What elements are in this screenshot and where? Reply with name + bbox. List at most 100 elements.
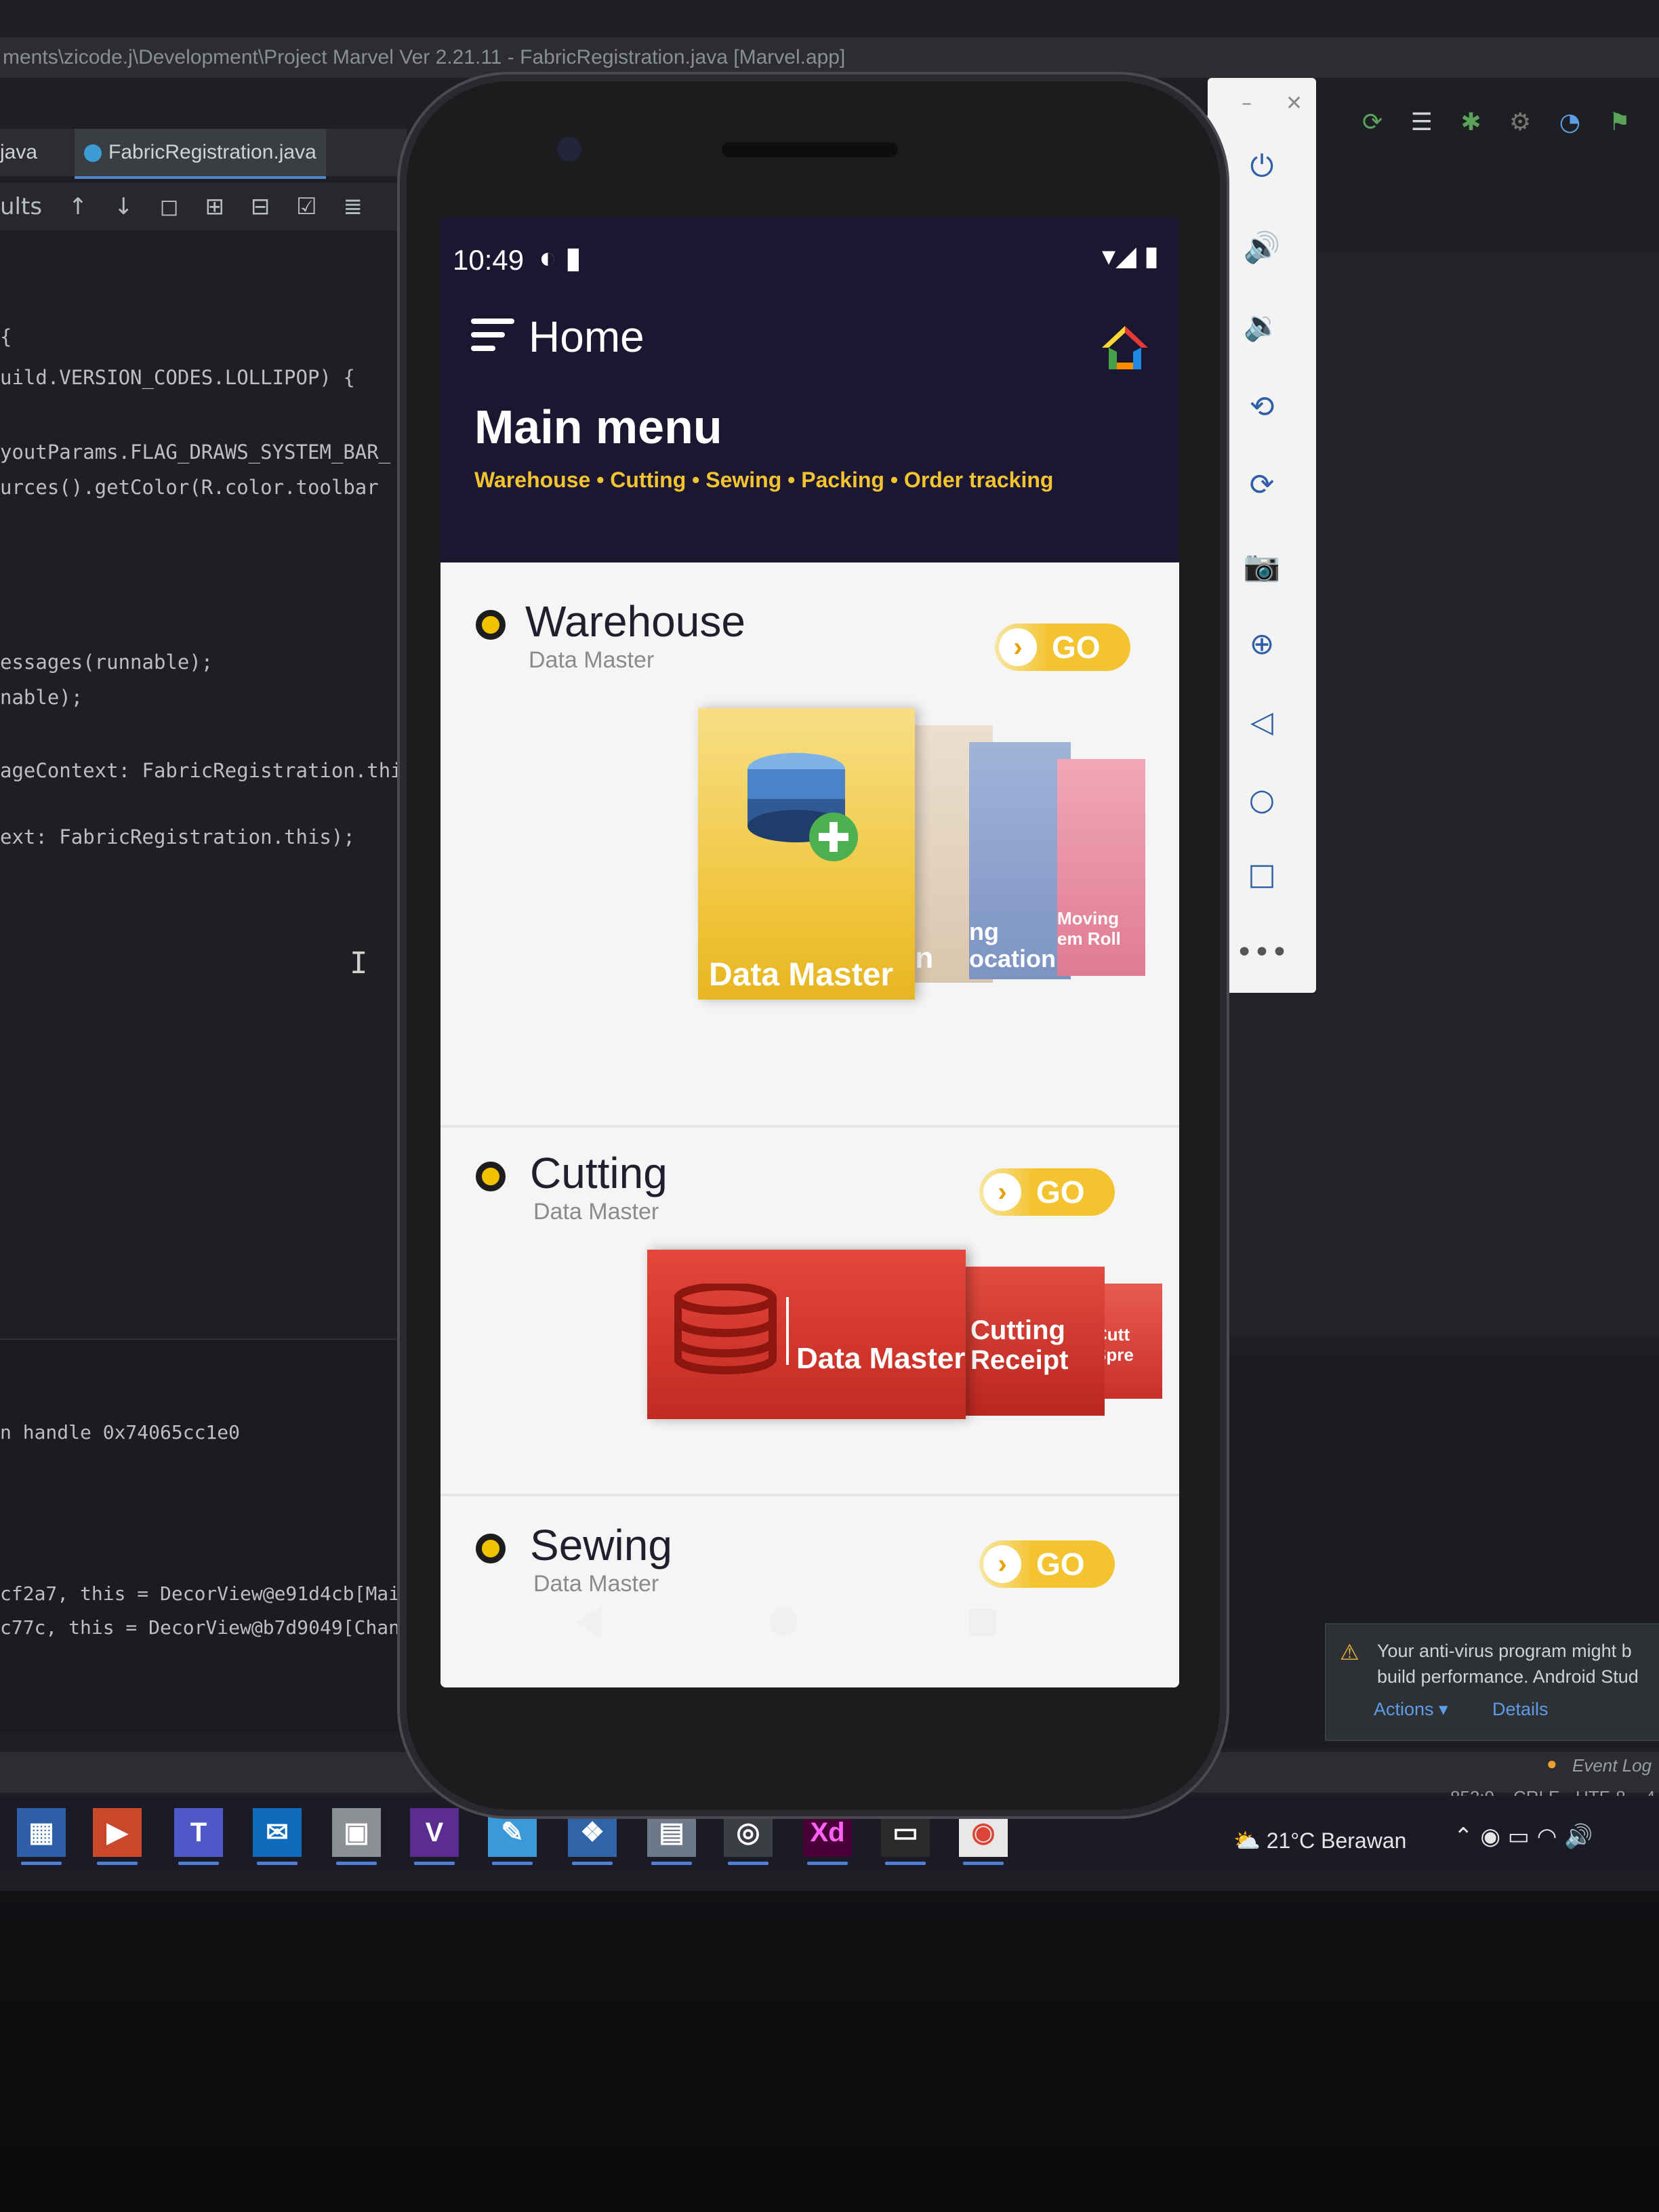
run-console[interactable]: n handle 0x74065cc1e0 cf2a7, this = Deco…: [0, 1338, 434, 1733]
hero-subtitle: Warehouse • Cutting • Sewing • Packing •…: [474, 468, 1054, 492]
code-line: ageContext: FabricRegistration.this: [0, 759, 415, 782]
chevron-right-icon: ›: [983, 1173, 1021, 1211]
media-player-icon[interactable]: ▶: [93, 1808, 142, 1865]
tab-java[interactable]: java: [0, 129, 37, 176]
card-location[interactable]: ng ocation: [969, 742, 1071, 979]
card-moving-roll[interactable]: Moving em Roll: [1057, 759, 1145, 976]
menu-icon[interactable]: [471, 319, 518, 359]
tab-fabric-registration[interactable]: FabricRegistration.java: [75, 129, 326, 179]
mail-icon[interactable]: ✉: [253, 1808, 302, 1865]
chevron-up-icon[interactable]: ⌃: [1454, 1823, 1473, 1850]
console-line: cf2a7, this = DecorView@e91d4cb[MainM: [0, 1582, 423, 1605]
layout-icon[interactable]: ☰: [1411, 108, 1433, 136]
go-label: GO: [1036, 1174, 1085, 1210]
class-icon: [84, 144, 102, 163]
card-cutting-receipt[interactable]: Cutting Receipt: [962, 1267, 1105, 1416]
card-label: Cutt Spre: [1094, 1324, 1134, 1365]
check-icon[interactable]: ☑: [296, 193, 316, 220]
go-button-cutting[interactable]: › GO: [979, 1168, 1115, 1216]
monitor: ments\zicode.j\Development\Project Marve…: [0, 0, 1659, 1891]
card-cutting-data-master[interactable]: Data Master: [647, 1250, 966, 1419]
go-label: GO: [1036, 1547, 1085, 1582]
section-subtitle: Data Master: [529, 647, 655, 673]
card-label: ng ocation: [969, 918, 1057, 972]
ide-run-toolbar: ⟳ ☰ ✱ ⚙ ◔ ⚑ ■: [1362, 108, 1659, 142]
notification-icons: ◐ ▮: [539, 241, 582, 274]
arrow-down-icon[interactable]: ↓: [114, 193, 134, 220]
minimize-icon[interactable]: –: [1242, 91, 1252, 115]
list-icon[interactable]: ≣: [343, 193, 363, 220]
console-line: n handle 0x74065cc1e0: [0, 1421, 241, 1443]
profiler-icon[interactable]: ◔: [1559, 108, 1580, 136]
calculator-icon[interactable]: ▦: [17, 1808, 66, 1865]
page-title: Home: [529, 312, 644, 361]
database-add-icon: [747, 753, 858, 861]
battery-icon[interactable]: ▭: [1508, 1823, 1530, 1850]
code-editor[interactable]: { uild.VERSION_CODES.LOLLIPOP) { youtPar…: [0, 230, 414, 1328]
android-status-bar: 10:49 ◐ ▮ ▾◢ ▮: [441, 217, 1179, 298]
code-line: urces().getColor(R.color.toolbar: [0, 476, 379, 499]
webcam-icon[interactable]: ◉: [1480, 1823, 1500, 1850]
teams-icon[interactable]: T: [174, 1808, 223, 1865]
warning-icon: ⚠: [1340, 1640, 1359, 1664]
debug-icon[interactable]: ✱: [1460, 108, 1481, 136]
card-data-master[interactable]: Data Master: [698, 708, 915, 1000]
apply-icon[interactable]: ⚑: [1609, 108, 1631, 136]
earpiece: [722, 142, 898, 157]
go-label: GO: [1052, 630, 1101, 665]
editor-tabs: java FabricRegistration.java: [0, 129, 407, 179]
app-bar: Home: [441, 298, 1179, 386]
home-logo-icon[interactable]: [1098, 322, 1152, 376]
notification-line: build performance. Android Stud: [1377, 1666, 1639, 1687]
antivirus-notification: ⚠ Your anti-virus program might b build p…: [1325, 1623, 1659, 1741]
card-label: Cutting Receipt: [970, 1315, 1069, 1375]
nav-recents-icon[interactable]: [969, 1609, 996, 1636]
system-tray: ⌃ ◉ ▭ ◠ 🔊: [1454, 1823, 1593, 1850]
arrow-up-icon[interactable]: ↑: [68, 193, 88, 220]
front-camera: [557, 137, 581, 161]
desk-below-monitor: [0, 1891, 1659, 2212]
code-line: uild.VERSION_CODES.LOLLIPOP) {: [0, 366, 355, 389]
section-subtitle: Data Master: [533, 1571, 659, 1597]
frame-icon[interactable]: ◻: [159, 193, 178, 220]
console-line: c77c, this = DecorView@b7d9049[Change: [0, 1616, 423, 1639]
code-line: {: [0, 325, 12, 348]
section-warehouse: Warehouse Data Master › GO ration ng oca…: [441, 562, 1179, 1128]
weather-desc: Berawan: [1321, 1828, 1407, 1853]
weather-temp: 21°C: [1266, 1828, 1315, 1853]
nav-home-icon[interactable]: [769, 1607, 798, 1636]
filter-icon[interactable]: ⊟: [251, 193, 270, 220]
event-log[interactable]: Event Log: [1572, 1755, 1652, 1776]
event-log-icon[interactable]: ●: [1547, 1753, 1557, 1774]
ide-toolbar: ults ↑ ↓ ◻ ⊞ ⊟ ☑ ≣: [0, 183, 407, 230]
attach-icon[interactable]: ⚙: [1509, 108, 1531, 136]
section-sewing: Sewing Data Master › GO: [441, 1496, 1179, 1687]
weather-icon: ⛅: [1233, 1828, 1261, 1853]
status-time: 10:49: [453, 244, 525, 276]
visual-studio-icon[interactable]: V: [410, 1808, 459, 1865]
go-button-sewing[interactable]: › GO: [979, 1540, 1115, 1588]
close-icon[interactable]: ✕: [1286, 91, 1303, 115]
phone-screen: 10:49 ◐ ▮ ▾◢ ▮ Home Main menu Warehouse …: [441, 217, 1179, 1687]
card-label: Moving em Roll: [1057, 908, 1121, 949]
details-link[interactable]: Details: [1492, 1699, 1549, 1720]
section-title: Cutting: [530, 1149, 668, 1197]
card-label: Data Master: [709, 957, 894, 993]
photos-icon[interactable]: ▣: [332, 1808, 381, 1865]
wifi-icon[interactable]: ◠: [1537, 1823, 1557, 1850]
go-button-warehouse[interactable]: › GO: [995, 623, 1130, 671]
ide-title-bar: ments\zicode.j\Development\Project Marve…: [0, 37, 1659, 78]
add-test-icon[interactable]: ⊞: [205, 193, 225, 220]
code-line: youtParams.FLAG_DRAWS_SYSTEM_BAR_: [0, 441, 391, 464]
nav-back-icon[interactable]: [576, 1606, 602, 1639]
section-title: Sewing: [530, 1521, 672, 1570]
section-title: Warehouse: [525, 597, 745, 646]
card-label: Data Master: [796, 1342, 966, 1375]
code-line: nable);: [0, 686, 83, 709]
speaker-icon[interactable]: 🔊: [1564, 1823, 1593, 1850]
phone-emulator: 10:49 ◐ ▮ ▾◢ ▮ Home Main menu Warehouse …: [400, 75, 1227, 1816]
actions-link[interactable]: Actions ▾: [1374, 1699, 1448, 1720]
sync-icon[interactable]: ⟳: [1362, 108, 1382, 136]
weather-widget[interactable]: ⛅ 21°C Berawan: [1233, 1828, 1406, 1853]
bullet-icon: [476, 1534, 506, 1563]
